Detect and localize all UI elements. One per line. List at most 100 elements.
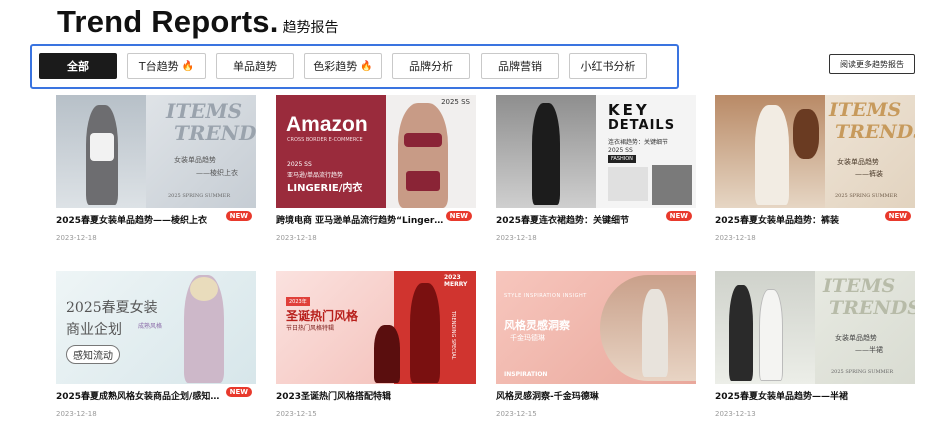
- model-hair: [190, 277, 218, 301]
- thumb-headline-2: 商业企划: [66, 322, 122, 338]
- thumb-brand: Amazon: [286, 113, 368, 136]
- report-date: 2023-12-15: [496, 410, 537, 418]
- thumb-top: STYLE INSPIRATION INSIGHT: [504, 293, 587, 299]
- model-figure: [398, 103, 448, 208]
- filter-label: 品牌营销: [498, 60, 542, 73]
- filter-label: T台趋势: [138, 60, 179, 73]
- thumb-headline-2: 节日热门风格特辑: [286, 325, 335, 332]
- brief-garment: [406, 171, 440, 191]
- report-date: 2023-12-18: [276, 234, 317, 242]
- thumb-corner-tag: 2023 MERRY: [444, 274, 468, 288]
- thumb-headline-2: 千金玛德琳: [510, 334, 545, 342]
- filter-label: 色彩趋势: [313, 60, 358, 73]
- model-figure: [642, 289, 668, 377]
- report-thumbnail: 2025春夏女装 商业企划 成熟风格 感知流动: [56, 271, 256, 384]
- model-figure: [532, 103, 560, 205]
- filter-brand-analysis[interactable]: 品牌分析: [392, 53, 470, 79]
- report-card[interactable]: Amazon CROSS BORDER E-COMMERCE 2025 SS 亚…: [276, 95, 476, 242]
- report-thumbnail: STYLE INSPIRATION INSIGHT 风格灵感洞察 千金玛德琳 I…: [496, 271, 696, 384]
- flame-icon: 🔥: [181, 60, 195, 72]
- thumb-headline-1: 圣诞热门风格: [286, 309, 359, 323]
- detail-photo: [652, 165, 692, 205]
- thumb-sub-2: ——裤装: [855, 170, 883, 178]
- report-title[interactable]: 2025春夏成熟风格女装商品企划/感知流动: [56, 389, 226, 402]
- thumb-category: LINGERIE/内衣: [287, 183, 363, 194]
- report-card[interactable]: KEY DETAILS 连衣裙趋势：关键细节 2025 SS FASHION 2…: [496, 95, 696, 242]
- report-thumbnail: Amazon CROSS BORDER E-COMMERCE 2025 SS 亚…: [276, 95, 476, 208]
- thumb-year: 2025 SS: [287, 161, 312, 168]
- report-card[interactable]: ITEMS TRENDS 女装单品趋势 ——裤装 2025 SPRING SUM…: [715, 95, 915, 242]
- model-figure: [759, 289, 783, 381]
- thumb-sub-2: ——半裙: [855, 346, 883, 354]
- report-card[interactable]: 2025春夏女装 商业企划 成熟风格 感知流动 2025春夏成熟风格女装商品企划…: [56, 271, 256, 418]
- report-title[interactable]: 风格灵感洞察-千金玛德琳: [496, 389, 666, 402]
- filter-items[interactable]: 单品趋势: [216, 53, 294, 79]
- model-photo: [715, 271, 815, 384]
- thumb-footer: 2025 SPRING SUMMER: [835, 193, 898, 199]
- thumb-headline-1: ITEMS: [823, 275, 896, 297]
- model-figure: [410, 283, 440, 383]
- report-date: 2023-12-18: [715, 234, 756, 242]
- thumb-headline-1: 风格灵感洞察: [504, 319, 570, 332]
- new-badge: NEW: [665, 211, 692, 221]
- model-figure: [755, 105, 789, 205]
- thumb-sub-1: 女装单品趋势: [837, 158, 879, 166]
- report-title[interactable]: 2025春夏女装单品趋势：裤装: [715, 213, 885, 226]
- thumb-footer: 2025 SPRING SUMMER: [831, 369, 894, 375]
- top-garment: [90, 133, 114, 161]
- report-card[interactable]: 2023年 圣诞热门风格 节日热门风格特辑 2023 MERRY TRENDIN…: [276, 271, 476, 418]
- new-badge: NEW: [445, 211, 472, 221]
- filter-all[interactable]: 全部: [39, 53, 117, 79]
- page-header: Trend Reports. 趋势报告: [57, 4, 339, 40]
- thumb-season: 2025 SS: [608, 147, 633, 154]
- report-thumbnail: 2023年 圣诞热门风格 节日热门风格特辑 2023 MERRY TRENDIN…: [276, 271, 476, 384]
- filter-label: 小红书分析: [580, 60, 636, 73]
- thumb-headline-2: TRENDS: [829, 297, 915, 319]
- report-title[interactable]: 2023圣诞热门风格搭配特辑: [276, 389, 446, 402]
- page-subtitle: 趋势报告: [282, 20, 339, 36]
- report-date: 2023-12-15: [276, 410, 317, 418]
- report-card[interactable]: ITEMS TRENDS 女装单品趋势 ——棱织上衣 2025 SPRING S…: [56, 95, 256, 242]
- thumb-side: 成熟风格: [138, 323, 163, 330]
- page-title: Trend Reports.: [57, 4, 279, 39]
- report-date: 2023-12-13: [715, 410, 756, 418]
- filter-label: 品牌分析: [409, 60, 453, 73]
- bra-garment: [404, 133, 442, 147]
- thumb-footer: 2025 SPRING SUMMER: [168, 193, 231, 199]
- report-title[interactable]: 跨境电商 亚马逊单品流行趋势“Lingerie/内衣”: [276, 213, 446, 226]
- new-badge: NEW: [884, 211, 911, 221]
- report-thumbnail: ITEMS TRENDS 女装单品趋势 ——棱织上衣 2025 SPRING S…: [56, 95, 256, 208]
- report-title[interactable]: 2025春夏女装单品趋势——半裙: [715, 389, 885, 402]
- filter-color[interactable]: 色彩趋势 🔥: [304, 53, 382, 79]
- thumb-headline-1: KEY: [608, 101, 650, 119]
- new-badge: NEW: [225, 387, 252, 397]
- report-thumbnail: ITEMS TRENDS 女装单品趋势 ——裤装 2025 SPRING SUM…: [715, 95, 915, 208]
- detail-photo: [608, 167, 648, 201]
- new-badge: NEW: [225, 211, 252, 221]
- filter-brand-marketing[interactable]: 品牌营销: [481, 53, 559, 79]
- report-date: 2023-12-18: [56, 234, 97, 242]
- horse-figure: [793, 109, 819, 159]
- thumb-sub-1: 女装单品趋势: [174, 156, 216, 164]
- thumb-sub-2: ——棱织上衣: [196, 169, 238, 177]
- model-figure: [729, 285, 753, 381]
- model-photo: [600, 275, 696, 381]
- thumb-footer: INSPIRATION: [504, 371, 548, 378]
- filter-xiaohongshu[interactable]: 小红书分析: [569, 53, 647, 79]
- thumb-headline-1: ITEMS: [829, 99, 902, 121]
- thumb-pill: 感知流动: [66, 345, 120, 364]
- report-title[interactable]: 2025春夏女装单品趋势——棱织上衣: [56, 213, 226, 226]
- thumb-brand-sub: CROSS BORDER E-COMMERCE: [287, 137, 363, 143]
- report-thumbnail: KEY DETAILS 连衣裙趋势：关键细节 2025 SS FASHION: [496, 95, 696, 208]
- report-title[interactable]: 2025春夏连衣裙趋势：关键细节: [496, 213, 666, 226]
- flame-icon: 🔥: [360, 60, 373, 72]
- report-card[interactable]: STYLE INSPIRATION INSIGHT 风格灵感洞察 千金玛德琳 I…: [496, 271, 696, 418]
- report-date: 2023-12-18: [496, 234, 537, 242]
- thumb-headline-1: 2025春夏女装: [66, 300, 158, 316]
- report-card[interactable]: ITEMS TRENDS 女装单品趋势 ——半裙 2025 SPRING SUM…: [715, 271, 915, 418]
- thumb-headline-1: ITEMS: [166, 99, 243, 123]
- model-photo: [56, 95, 146, 208]
- thumb-headline-2: TRENDS: [835, 121, 915, 143]
- filter-runway[interactable]: T台趋势 🔥: [127, 53, 206, 79]
- more-reports-button[interactable]: 阅读更多趋势报告: [829, 54, 915, 74]
